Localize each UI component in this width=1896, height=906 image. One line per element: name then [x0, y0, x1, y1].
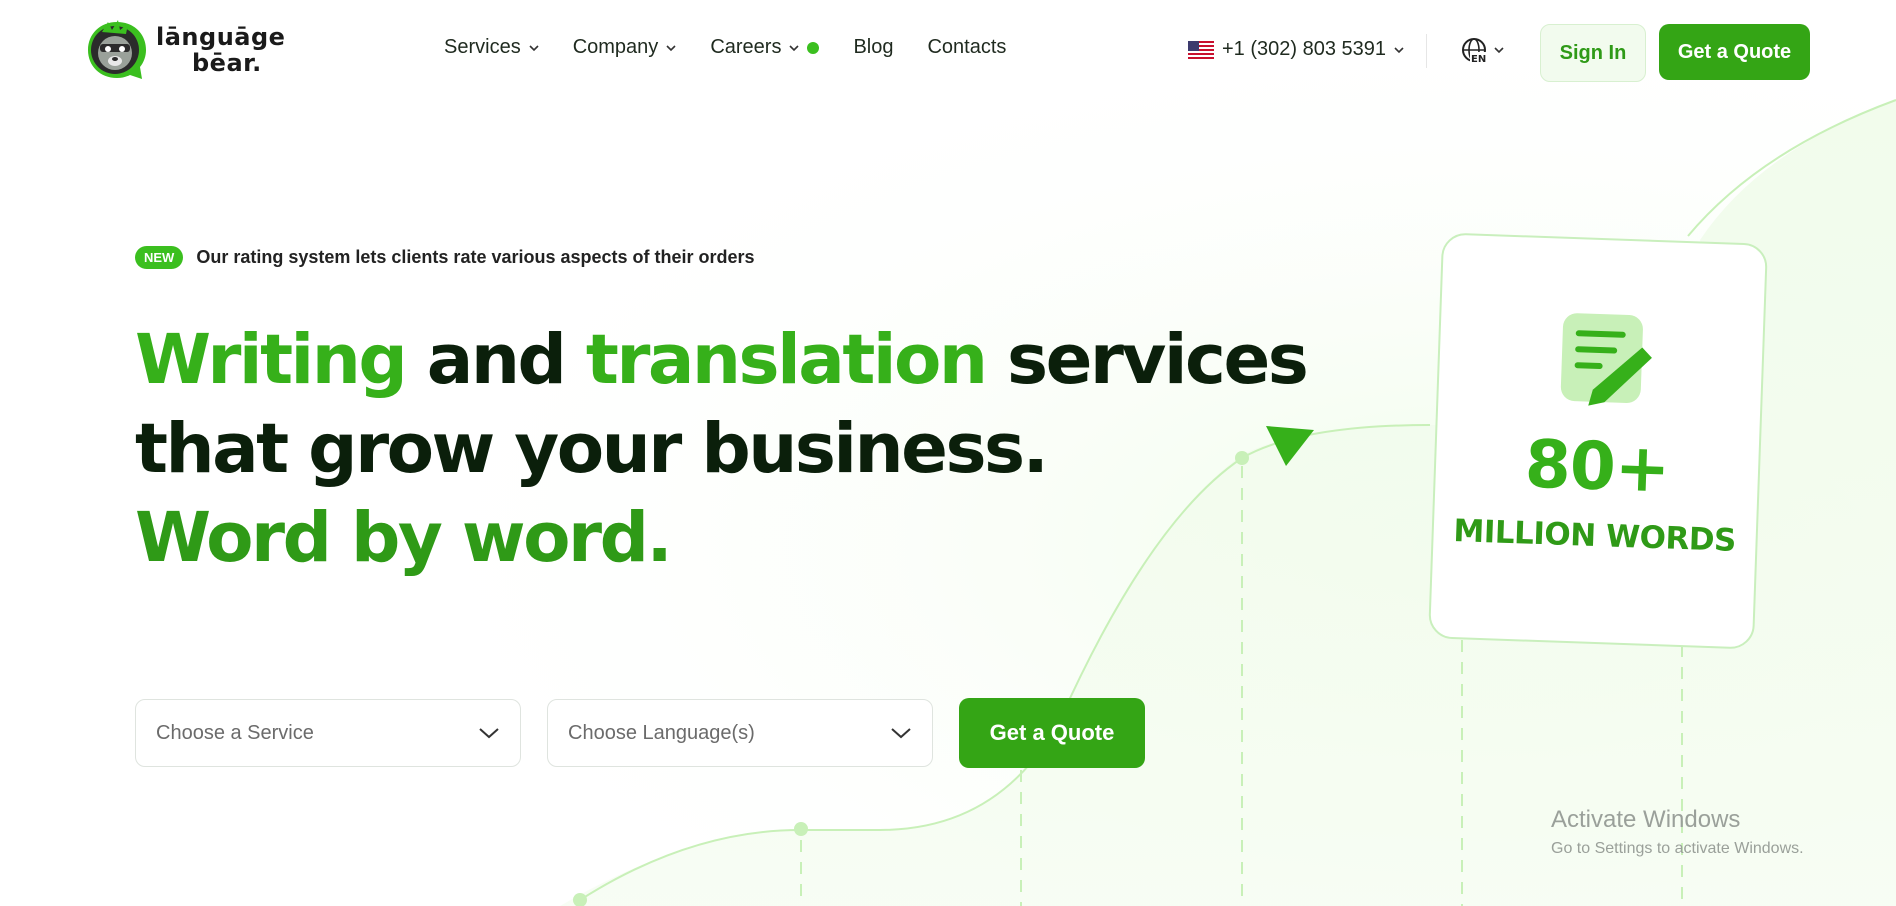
stat-number: 80+	[1523, 425, 1671, 508]
headline-word-writing: Writing	[135, 320, 408, 400]
chevron-down-icon	[666, 44, 676, 51]
nav-item-label: Services	[444, 36, 521, 58]
us-flag-icon	[1188, 40, 1214, 59]
activate-windows-watermark: Activate Windows Go to Settings to activ…	[1551, 806, 1804, 858]
document-pencil-icon	[1560, 313, 1652, 406]
careers-status-dot	[807, 41, 820, 54]
sign-in-button[interactable]: Sign In	[1540, 24, 1646, 82]
globe-icon: EN	[1462, 38, 1487, 64]
get-quote-header-button[interactable]: Get a Quote	[1659, 24, 1810, 80]
nav-item-label: Careers	[710, 36, 782, 58]
logo-link[interactable]: lānguāge bēar.	[84, 18, 285, 82]
nav-item-label: Blog	[853, 36, 894, 58]
stat-card: 80+ MILLION WORDS	[1428, 232, 1768, 650]
headline-line-3: Word by word.	[135, 498, 673, 578]
language-selector[interactable]: EN	[1460, 36, 1504, 64]
chevron-down-icon	[1394, 46, 1404, 53]
chevron-down-icon	[789, 44, 800, 51]
announcement-bar: NEW Our rating system lets clients rate …	[135, 246, 755, 269]
phone-number: +1 (302) 803 5391	[1222, 38, 1387, 60]
get-quote-button[interactable]: Get a Quote	[959, 698, 1145, 768]
watermark-subtitle: Go to Settings to activate Windows.	[1551, 840, 1804, 857]
stat-label: MILLION WORDS	[1452, 513, 1737, 559]
nav-item-careers[interactable]: Careers	[710, 36, 820, 59]
chevron-down-icon	[891, 728, 911, 739]
chevron-down-icon	[1494, 47, 1504, 54]
nav-item-blog[interactable]: Blog	[853, 36, 893, 59]
headline-line-1: Writing and translation services	[135, 316, 1309, 405]
logo-line-2: bēar.	[192, 49, 262, 77]
header-divider	[1426, 34, 1427, 68]
announcement[interactable]: NEW Our rating system lets clients rate …	[135, 246, 755, 269]
bear-logo-icon	[88, 20, 146, 79]
new-badge: NEW	[135, 246, 184, 269]
chevron-down-icon	[529, 44, 539, 51]
headline-line-2: that grow your business.	[135, 409, 1049, 489]
language-select-placeholder: Choose Language(s)	[568, 721, 755, 744]
nav-item-label: Contacts	[927, 36, 1007, 58]
phone-dropdown[interactable]: +1 (302) 803 5391	[1188, 38, 1404, 61]
service-select[interactable]: Choose a Service	[135, 699, 521, 767]
site-header: lānguāge bēar. Services Company Careers …	[0, 0, 1896, 104]
chevron-down-icon	[479, 728, 499, 739]
logo-wordmark: lānguāge bēar.	[156, 24, 285, 76]
language-code: EN	[1471, 54, 1486, 64]
headline-word-translation: translation	[585, 320, 988, 400]
headline-word-and: and	[405, 320, 586, 400]
service-select-placeholder: Choose a Service	[156, 721, 314, 744]
nav-item-label: Company	[572, 36, 659, 58]
announcement-text: Our rating system lets clients rate vari…	[196, 247, 755, 267]
quote-form: Choose a Service Choose Language(s) Get …	[135, 698, 1145, 768]
logo-line-1: lānguāge	[156, 23, 286, 51]
nav-item-services[interactable]: Services	[444, 36, 539, 59]
watermark-title: Activate Windows	[1551, 806, 1741, 833]
hero-headline: Writing and translation services that gr…	[135, 316, 1309, 583]
nav-item-company[interactable]: Company	[573, 36, 677, 59]
headline-word-services: services	[985, 320, 1309, 400]
language-select[interactable]: Choose Language(s)	[547, 699, 933, 767]
main-nav: Services Company Careers Blog Contacts	[444, 36, 1040, 59]
nav-item-contacts[interactable]: Contacts	[927, 36, 1006, 59]
